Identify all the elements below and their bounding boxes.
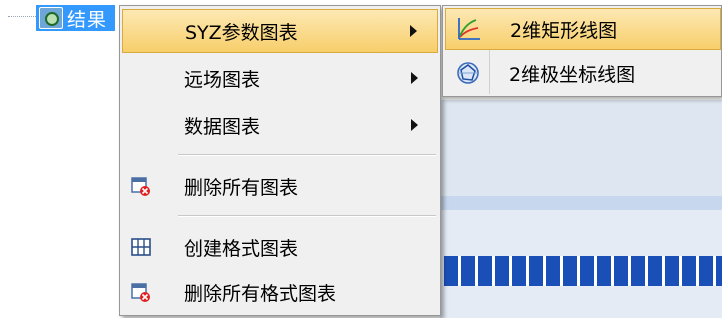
menu-item-label: 数据图表 [184,115,261,138]
menu-item-syz-charts[interactable]: SYZ参数图表 [122,9,438,53]
tree-connector [8,16,36,19]
submenu-item-2d-polar-line[interactable]: 2维极坐标线图 [445,52,721,94]
submenu-item-2d-rect-line[interactable]: 2维矩形线图 [445,8,721,50]
menu-item-data-charts[interactable]: 数据图表 [122,103,438,147]
context-menu: SYZ参数图表 远场图表 数据图表 删除所有图表 创建格式图表 删除所有格式图表 [119,5,441,316]
tree-node-label: 结果 [67,8,108,31]
syz-charts-submenu: 2维矩形线图 2维极坐标线图 [442,5,722,97]
submenu-arrow-icon [411,119,418,131]
submenu-item-label: 2维极坐标线图 [509,63,636,86]
submenu-arrow-icon [410,25,417,37]
polar-line-chart-icon [457,62,479,84]
progress-bar [444,256,722,286]
workspace-panel [440,100,722,196]
menu-item-label: 删除所有格式图表 [184,282,337,305]
menu-item-label: 删除所有图表 [184,176,299,199]
submenu-arrow-icon [411,72,418,84]
tree-node-results[interactable]: 结果 [36,5,116,31]
rect-line-chart-icon [458,18,480,40]
menu-item-delete-all-format-charts[interactable]: 删除所有格式图表 [122,270,438,314]
menu-item-delete-all-charts[interactable]: 删除所有图表 [122,164,438,208]
result-icon [39,7,63,29]
menu-item-label: 创建格式图表 [184,237,299,260]
menu-item-label: SYZ参数图表 [185,21,298,44]
delete-charts-icon [131,177,150,196]
submenu-item-label: 2维矩形线图 [510,19,618,42]
menu-item-label: 远场图表 [184,68,261,91]
workspace-divider [440,196,722,210]
menu-item-far-field-charts[interactable]: 远场图表 [122,56,438,100]
menu-separator [178,154,436,156]
menu-separator [178,215,436,217]
menu-item-create-format-chart[interactable]: 创建格式图表 [122,225,438,269]
delete-format-charts-icon [131,283,150,302]
grid-table-icon [131,238,151,256]
